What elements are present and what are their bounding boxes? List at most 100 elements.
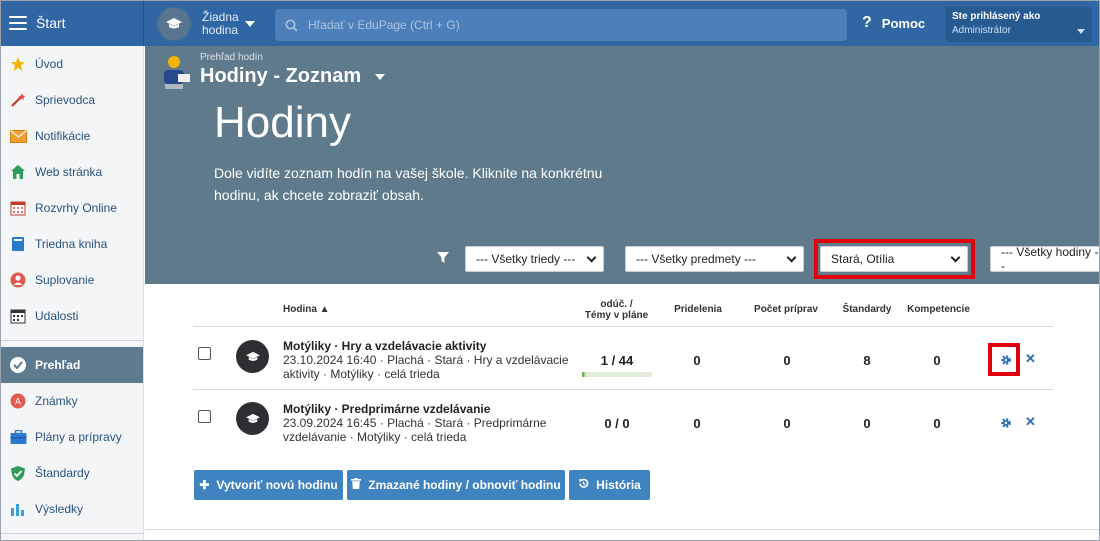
lesson-title[interactable]: Motýliky · Predprimárne vzdelávanie: [283, 402, 490, 416]
sidebar-item-label: Úvod: [35, 57, 64, 71]
question-icon: ?: [862, 14, 872, 31]
sidebar-item-label: Plány a prípravy: [35, 430, 122, 444]
sidebar-item-uvod[interactable]: Úvod: [0, 46, 143, 82]
sidebar-item-plany[interactable]: Plány a prípravy: [0, 419, 143, 455]
person-icon: [9, 271, 27, 289]
sidebar-item-prehlad[interactable]: Prehľad: [0, 347, 143, 383]
graduation-cap-icon: [156, 6, 192, 42]
competences-count: 0: [933, 416, 941, 431]
column-header-assignments: Pridelenia: [674, 304, 722, 315]
sidebar-item-label: Rozvrhy Online: [35, 201, 118, 215]
sidebar-item-label: Výsledky: [35, 502, 84, 516]
class-filter-select[interactable]: --- Všetky triedy ---: [465, 246, 604, 272]
breadcrumb: Prehľad hodín: [200, 52, 263, 63]
grade-icon: A: [9, 392, 27, 410]
star-icon: [9, 55, 27, 73]
lessons-list: Hodina ▲ odúč. / Témy v pláne Pridelenia…: [145, 284, 1100, 541]
subject-filter-select[interactable]: --- Všetky predmety ---: [625, 246, 804, 272]
lesson-meta: 23.09.2024 16:45 · Plachá · Stará · Pred…: [283, 416, 583, 444]
sidebar-item-web[interactable]: Web stránka: [0, 154, 143, 190]
sidebar-item-label: Triedna kniha: [35, 237, 108, 251]
sidebar-item-label: Suplovanie: [35, 273, 95, 287]
chevron-down-icon: [1077, 29, 1085, 34]
history-label: História: [596, 478, 641, 492]
sidebar-item-label: Sprievodca: [35, 93, 96, 107]
sidebar-item-label: Štandardy: [35, 466, 90, 480]
svg-text:A: A: [15, 398, 22, 408]
search-bar[interactable]: [275, 9, 847, 41]
chevron-down-icon: [586, 252, 597, 263]
preparations-count: 0: [783, 353, 791, 368]
table-row[interactable]: Motýliky · Predprimárne vzdelávanie 23.0…: [193, 391, 1053, 453]
lesson-meta: 23.10.2024 16:40 · Plachá · Stará · Hry …: [283, 353, 583, 381]
chevron-down-icon: [375, 73, 386, 80]
trash-icon: [351, 478, 362, 492]
sidebar-item-sprievodca[interactable]: Sprievodca: [0, 82, 143, 118]
taught-count: 1 / 44: [600, 353, 634, 368]
user-menu[interactable]: Ste prihlásený ako Administrátor: [946, 7, 1092, 42]
lesson-picker[interactable]: Žiadna hodina: [156, 6, 255, 42]
main-menu-label: Štart: [36, 15, 66, 31]
standards-count: 0: [863, 416, 871, 431]
sidebar-item-triedna-kniha[interactable]: Triedna kniha: [0, 226, 143, 262]
help-label: Pomoc: [881, 15, 926, 31]
user-status-text: Ste prihlásený ako: [952, 11, 1041, 22]
lesson-meta-line2: aktivity · Motýliky · celá trieda: [283, 367, 440, 381]
user-role: Administrátor: [952, 25, 1011, 36]
book-icon: [9, 235, 27, 253]
column-header-lesson[interactable]: Hodina ▲: [283, 304, 330, 315]
sidebar-item-rozvrhy[interactable]: Rozvrhy Online: [0, 190, 143, 226]
sidebar-item-label: Web stránka: [35, 165, 103, 179]
column-header-taught-line2: Témy v pláne: [584, 310, 649, 321]
lesson-filter-select[interactable]: --- Všetky hodiny ---: [990, 245, 1100, 273]
subject-filter-value: --- Všetky predmety ---: [636, 252, 757, 266]
sidebar-item-label: Známky: [35, 394, 78, 408]
help-button[interactable]: ? Pomoc: [862, 14, 925, 32]
table-header: Hodina ▲ odúč. / Témy v pláne Pridelenia…: [193, 284, 1053, 327]
page-title: Hodiny - Zoznam: [200, 65, 362, 87]
gear-icon[interactable]: [1000, 417, 1012, 432]
page-title-dropdown[interactable]: Hodiny - Zoznam: [200, 65, 386, 88]
progress-bar: [582, 372, 652, 377]
deleted-lessons-button[interactable]: Zmazané hodiny / obnoviť hodinu: [347, 470, 565, 500]
lesson-filter-value: --- Všetky hodiny ---: [1001, 245, 1100, 273]
sidebar-item-znamky[interactable]: A Známky: [0, 383, 143, 419]
column-header-standards: Štandardy: [842, 304, 892, 315]
check-circle-icon: [9, 356, 27, 374]
sidebar-item-standardy[interactable]: Štandardy: [0, 455, 143, 491]
hero-heading: Hodiny: [214, 98, 351, 147]
highlight-box: [814, 239, 975, 279]
gear-icon[interactable]: [1000, 354, 1012, 369]
sidebar-item-notifikacie[interactable]: Notifikácie: [0, 118, 143, 154]
page-description: Dole vidíte zoznam hodín na vašej škole.…: [214, 165, 603, 203]
row-checkbox[interactable]: [198, 347, 211, 360]
teacher-icon: [161, 54, 191, 93]
plus-icon: ✚: [199, 478, 210, 492]
column-header-competences: Kompetencie: [907, 304, 970, 315]
create-lesson-button[interactable]: ✚ Vytvoriť novú hodinu: [194, 470, 343, 500]
standards-count: 8: [863, 353, 871, 368]
calendar-icon: [9, 307, 27, 325]
chevron-down-icon: [244, 21, 255, 27]
envelope-icon: [9, 127, 27, 145]
bar-chart-icon: [9, 500, 27, 518]
row-checkbox[interactable]: [198, 410, 211, 423]
column-header-taught-line1: odúč. /: [600, 299, 633, 310]
lesson-title[interactable]: Motýliky · Hry a vzdelávacie aktivity: [283, 339, 486, 353]
briefcase-icon: [9, 428, 27, 446]
sidebar-item-label: Udalosti: [35, 309, 79, 323]
sidebar-item-udalosti[interactable]: Udalosti: [0, 298, 143, 334]
column-header-taught: odúč. / Témy v pláne: [579, 299, 654, 321]
sidebar-item-vysledky[interactable]: Výsledky: [0, 491, 143, 527]
main-menu-button[interactable]: Štart: [0, 0, 144, 46]
sidebar-item-suplovanie[interactable]: Suplovanie: [0, 262, 143, 298]
sidebar-divider: [0, 533, 143, 534]
history-button[interactable]: História: [569, 470, 650, 500]
lesson-meta-line1: 23.09.2024 16:45 · Plachá · Stará · Pred…: [283, 416, 547, 430]
house-icon: [9, 163, 27, 181]
graduation-cap-icon: [236, 340, 269, 373]
table-row[interactable]: Motýliky · Hry a vzdelávacie aktivity 23…: [193, 328, 1053, 390]
search-input[interactable]: [308, 18, 808, 32]
close-icon[interactable]: ✕: [1025, 351, 1036, 367]
close-icon[interactable]: ✕: [1025, 414, 1036, 430]
